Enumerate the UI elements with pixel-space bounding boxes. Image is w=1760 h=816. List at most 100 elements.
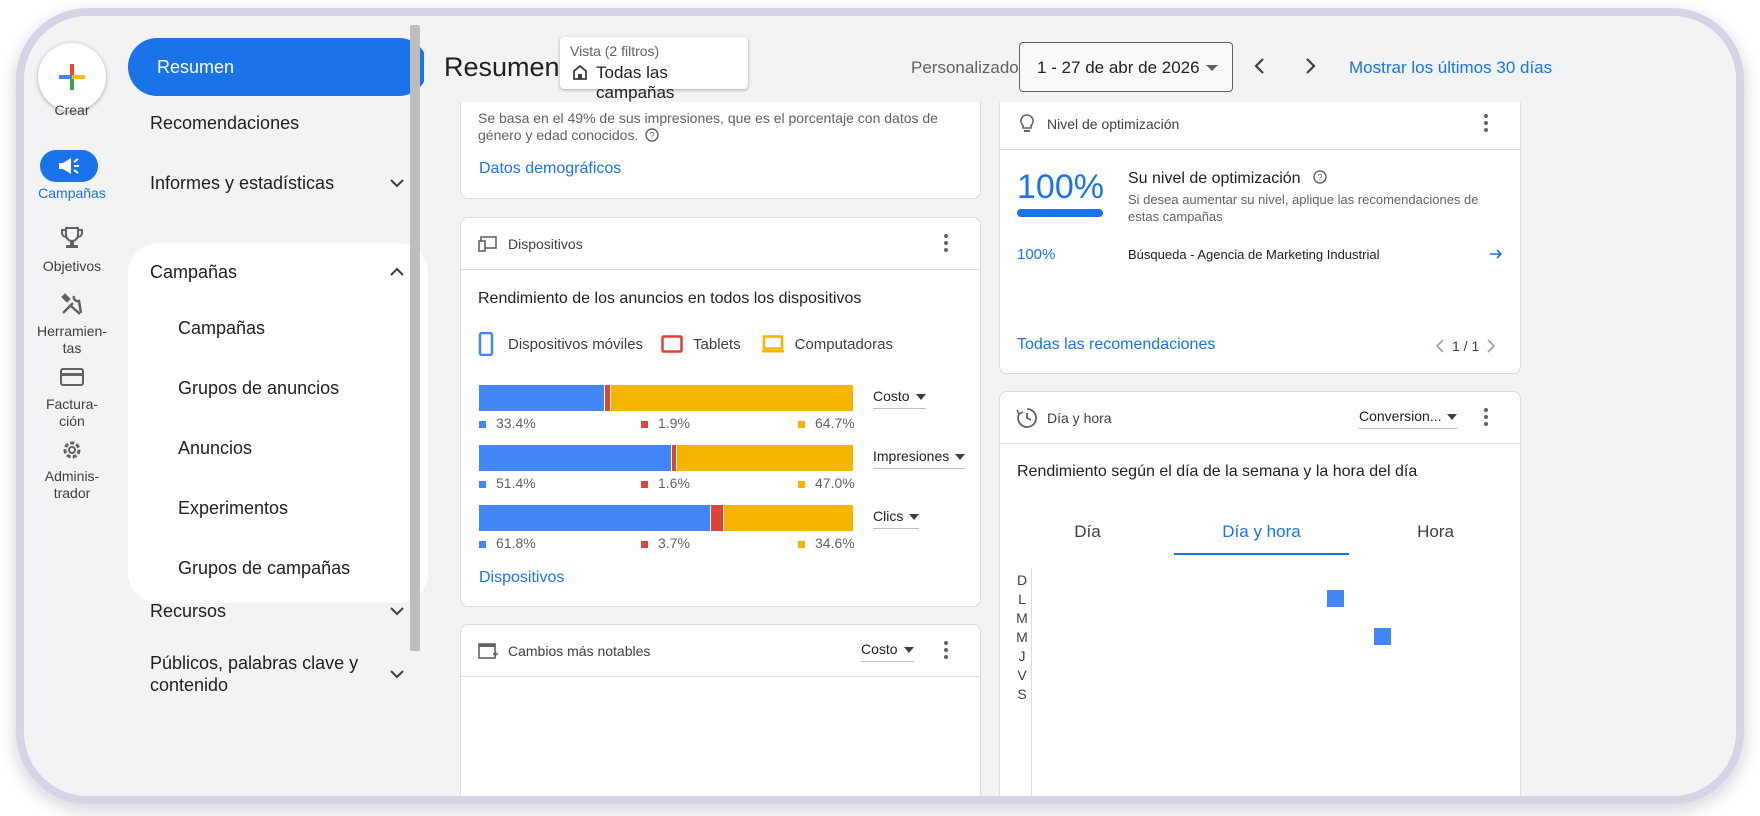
bar-segment-tablet	[603, 385, 611, 411]
pct-desktop: 64.7%	[798, 415, 855, 431]
nav-sub-ad-groups[interactable]: Grupos de anuncios	[178, 378, 339, 399]
card-header: Cambios más notables Costo	[461, 625, 980, 677]
day-label: M	[1016, 610, 1028, 626]
heatmap-axis	[1031, 569, 1032, 796]
bar-segment-mobile	[479, 385, 604, 411]
optimization-heading: Su nivel de optimización ?	[1128, 170, 1327, 188]
credit-card-icon	[60, 368, 84, 386]
more-options-icon[interactable]	[943, 234, 949, 254]
legend-swatch	[798, 420, 805, 428]
nav-item-reports[interactable]: Informes y estadísticas	[120, 154, 420, 212]
pct-tablet: 1.9%	[641, 415, 690, 431]
rail-label-campaigns[interactable]: Campañas	[24, 185, 120, 202]
heatmap-cell[interactable]	[1374, 628, 1391, 645]
devices-legend: Dispositivos móviles Tablets Computadora…	[478, 332, 893, 356]
rail-label-tools[interactable]: Herramien- tas	[24, 323, 120, 357]
day-label: V	[1017, 667, 1027, 683]
day-hour-card: Día y hora Conversion... Rendimiento seg…	[999, 391, 1521, 796]
nav-item-campaigns-group[interactable]: Campañas	[120, 243, 420, 301]
nav-item-recommendations[interactable]: Recomendaciones	[120, 94, 420, 152]
rail-item-tools[interactable]	[52, 288, 92, 320]
dropdown-value: Costo	[873, 388, 910, 404]
nav-item-audiences[interactable]: Públicos, palabras clave y contenido	[120, 642, 420, 706]
nav-scrollbar[interactable]	[410, 25, 420, 651]
nav-item-summary[interactable]: Resumen	[128, 38, 428, 96]
more-options-icon[interactable]	[943, 641, 949, 661]
day-label: D	[1016, 572, 1028, 588]
pct-value: 47.0%	[815, 475, 855, 491]
chevron-up-icon	[390, 267, 404, 276]
date-range-picker[interactable]: 1 - 27 de abr de 2026	[1019, 42, 1233, 92]
desktop-icon	[761, 335, 784, 353]
legend-swatch	[641, 480, 648, 488]
optimization-score: 100%	[1017, 168, 1104, 206]
campaigns-group: Campañas Campañas Grupos de anuncios Anu…	[128, 243, 428, 603]
changes-metric-dropdown[interactable]: Costo	[861, 641, 914, 662]
create-button[interactable]	[38, 43, 106, 111]
pct-mobile: 51.4%	[479, 475, 536, 491]
all-recommendations-link[interactable]: Todas las recomendaciones	[1017, 336, 1215, 354]
tab-day[interactable]: Día	[1000, 522, 1175, 552]
svg-text:?: ?	[1317, 173, 1322, 183]
nav-sub-campaigns[interactable]: Campañas	[178, 318, 265, 339]
dayhour-subtitle: Rendimiento según el día de la semana y …	[1017, 463, 1418, 480]
gear-icon	[63, 441, 81, 459]
bar-segment-desktop	[723, 505, 853, 531]
nav-sub-campaign-groups[interactable]: Grupos de campañas	[178, 558, 350, 579]
clock-icon	[1016, 408, 1037, 428]
rail-item-campaigns[interactable]	[40, 150, 98, 182]
mobile-icon	[478, 332, 494, 356]
more-options-icon[interactable]	[1483, 114, 1489, 134]
bar-segment-tablet	[709, 505, 724, 531]
optimization-card: Nivel de optimización 100% Su nivel de o…	[999, 97, 1521, 374]
device-bar	[479, 385, 853, 411]
demographics-link[interactable]: Datos demográficos	[479, 160, 621, 178]
tab-day-hour[interactable]: Día y hora	[1174, 522, 1349, 555]
create-label: Crear	[54, 102, 90, 118]
chevron-left-icon[interactable]	[1434, 339, 1446, 353]
legend-desktop: Computadoras	[794, 335, 893, 353]
rail-label-admin[interactable]: Adminis- trador	[24, 468, 120, 502]
legend-swatch	[641, 420, 648, 428]
dayhour-metric-dropdown[interactable]: Conversion...	[1359, 408, 1458, 429]
rail-label-goals[interactable]: Objetivos	[24, 258, 120, 275]
legend-swatch	[479, 420, 486, 428]
help-icon[interactable]: ?	[1313, 170, 1327, 184]
nav-sub-ads[interactable]: Anuncios	[178, 438, 252, 459]
rail-item-goals[interactable]	[52, 222, 92, 254]
rail-label-billing[interactable]: Factura- ción	[24, 396, 120, 430]
nav-sub-experiments[interactable]: Experimentos	[178, 498, 288, 519]
chevron-down-icon	[390, 179, 404, 188]
help-icon[interactable]: ?	[645, 128, 659, 142]
view-filter-count: Vista (2 filtros)	[570, 43, 660, 59]
metric-dropdown[interactable]: Costo	[873, 388, 926, 409]
metric-dropdown[interactable]: Clics	[873, 508, 920, 529]
bar-segment-mobile	[479, 445, 672, 471]
dropdown-arrow-icon	[1206, 65, 1218, 71]
metric-dropdown[interactable]: Impresiones	[873, 448, 966, 469]
campaign-name[interactable]: Búsqueda - Agencia de Marketing Industri…	[1128, 247, 1380, 262]
tab-hour[interactable]: Hora	[1348, 522, 1520, 552]
nav-label: Informes y estadísticas	[150, 172, 335, 193]
legend-swatch	[798, 540, 805, 548]
view-selector[interactable]: Vista (2 filtros) Todas las campañas	[560, 37, 748, 102]
pct-value: 64.7%	[815, 415, 855, 431]
svg-text:?: ?	[650, 131, 655, 141]
heading-text: Su nivel de optimización	[1128, 170, 1301, 187]
rail-item-billing[interactable]	[52, 361, 92, 393]
devices-link[interactable]: Dispositivos	[479, 569, 564, 587]
chevron-right-icon[interactable]	[1300, 56, 1320, 76]
chevron-left-icon[interactable]	[1250, 56, 1270, 76]
heatmap-cell[interactable]	[1327, 590, 1344, 607]
last-30-days-link[interactable]: Mostrar los últimos 30 días	[1349, 58, 1552, 78]
chevron-right-icon[interactable]	[1485, 339, 1497, 353]
device-bar	[479, 445, 853, 471]
card-header: Nivel de optimización	[1000, 98, 1520, 150]
arrow-right-icon[interactable]	[1489, 247, 1503, 261]
rail-item-admin[interactable]	[52, 434, 92, 466]
more-options-icon[interactable]	[1483, 408, 1489, 428]
caret-down-icon	[909, 514, 920, 521]
dropdown-value: Clics	[873, 508, 904, 524]
optimization-desc: Si desea aumentar su nivel, aplique las …	[1128, 192, 1479, 224]
nav-item-resources[interactable]: Recursos	[120, 582, 420, 640]
